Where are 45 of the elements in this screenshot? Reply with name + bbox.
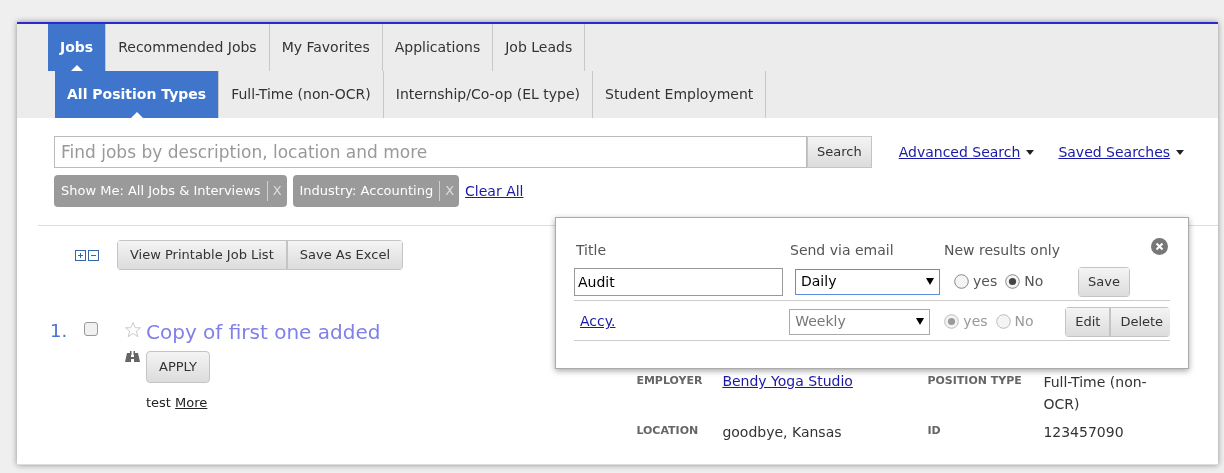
detail-label: ID xyxy=(927,423,942,439)
column-header: Title xyxy=(576,241,607,260)
caret-icon xyxy=(1176,149,1185,155)
detail-label: LOCATION xyxy=(636,423,700,439)
dropdown-link[interactable]: Saved Searches xyxy=(1058,141,1185,163)
binoculars-icon[interactable] xyxy=(124,349,141,364)
clear-all-link[interactable]: Clear All xyxy=(465,180,524,202)
radio-label: yes xyxy=(973,272,998,291)
filter-label: Industry: Accounting xyxy=(299,181,441,201)
toolbar-button[interactable]: View Printable Job List xyxy=(117,240,287,270)
frequency-select[interactable]: Daily xyxy=(795,268,940,295)
job-description: test xyxy=(146,395,171,410)
title-field[interactable]: Audit xyxy=(574,267,783,296)
column-header: New results only xyxy=(944,241,1060,260)
dropdown-arrow-icon xyxy=(926,278,934,285)
search-button[interactable]: Search xyxy=(807,136,872,168)
apply-button[interactable]: APPLY xyxy=(146,351,211,383)
expand-icon[interactable] xyxy=(75,249,86,261)
tab[interactable]: Jobs xyxy=(48,24,107,71)
column-header: Send via email xyxy=(790,241,895,260)
radio-label: No xyxy=(1024,272,1044,291)
more-link[interactable]: More xyxy=(175,395,208,410)
filter-label: Show Me: All Jobs & Interviews xyxy=(61,181,268,201)
popup-button[interactable]: Save xyxy=(1078,266,1130,297)
toolbar-button[interactable]: Save As Excel xyxy=(286,240,404,270)
detail-label: EMPLOYER xyxy=(636,373,704,389)
detail-value: goodbye, Kansas xyxy=(722,423,843,442)
detail-label: POSITION TYPE xyxy=(927,373,1023,389)
radio-button[interactable] xyxy=(1005,274,1021,289)
dropdown-link[interactable]: Advanced Search xyxy=(898,141,1035,163)
result-number: 1. xyxy=(50,319,69,343)
detail-value: 123457090 xyxy=(1043,423,1125,442)
radio-label: yes xyxy=(963,312,988,331)
checkbox[interactable] xyxy=(84,322,98,336)
radio-label: No xyxy=(1014,312,1034,331)
radio-button[interactable] xyxy=(954,274,969,289)
caret-icon xyxy=(1026,149,1035,155)
star-icon[interactable] xyxy=(123,321,142,339)
tab[interactable]: All Position Types xyxy=(55,71,220,118)
employer-link[interactable]: Bendy Yoga Studio xyxy=(722,371,928,392)
dropdown-arrow-icon xyxy=(916,318,925,325)
close-icon[interactable] xyxy=(1151,238,1168,255)
search-field[interactable]: Find jobs by description, location and more xyxy=(54,136,807,168)
detail-value: Full-Time (non-OCR) xyxy=(1043,373,1148,414)
collapse-icon[interactable] xyxy=(88,249,99,261)
